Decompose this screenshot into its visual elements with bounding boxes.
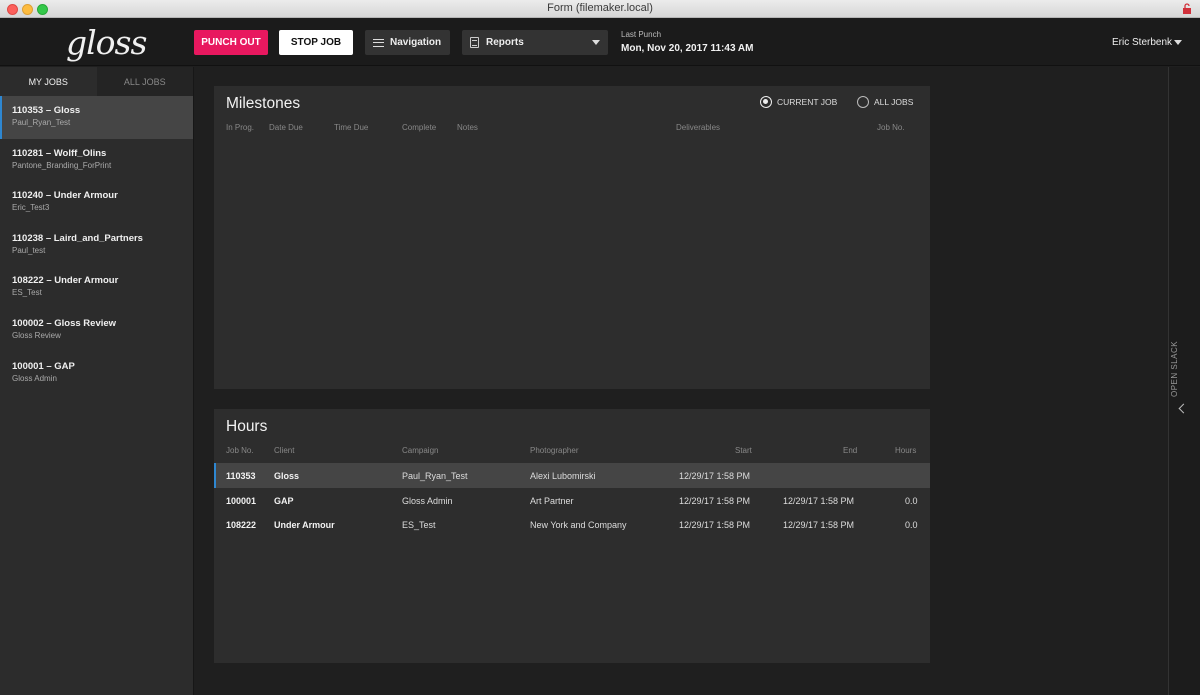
column-header-client[interactable]: Client bbox=[274, 446, 294, 455]
job-subtitle: Gloss Admin bbox=[12, 373, 57, 383]
top-toolbar: gloss PUNCH OUT STOP JOB Navigation Repo… bbox=[0, 18, 1200, 66]
job-title: 100002 – Gloss Review bbox=[12, 317, 117, 329]
job-list-item[interactable]: 108222 – Under Armour ES_Test bbox=[0, 266, 193, 309]
column-header-job-no[interactable]: Job No. bbox=[877, 123, 905, 132]
cell-photographer: New York and Company bbox=[530, 520, 627, 530]
cell-photographer: Alexi Lubomirski bbox=[530, 471, 596, 481]
window-titlebar: Form (filemaker.local) bbox=[0, 0, 1200, 18]
job-title: 110353 – Gloss bbox=[12, 105, 81, 116]
cell-job-no: 108222 bbox=[226, 520, 257, 530]
window-title: Form (filemaker.local) bbox=[547, 2, 653, 14]
job-subtitle: Gloss Review bbox=[12, 330, 61, 340]
column-header-end[interactable]: End bbox=[843, 446, 857, 455]
cell-client: GAP bbox=[274, 495, 294, 506]
radio-checked-icon bbox=[760, 96, 772, 108]
table-row[interactable]: 100001 GAP Gloss Admin Art Partner 12/29… bbox=[214, 488, 930, 513]
column-header-hours[interactable]: Hours bbox=[895, 446, 916, 455]
chevron-down-icon bbox=[592, 40, 600, 45]
job-list-item[interactable]: 110281 – Wolff_Olins Pantone_Branding_Fo… bbox=[0, 139, 193, 182]
punch-out-button[interactable]: PUNCH OUT bbox=[194, 30, 268, 55]
job-subtitle: Eric_Test3 bbox=[12, 203, 50, 213]
chevron-left-icon bbox=[1178, 403, 1189, 414]
hours-title: Hours bbox=[226, 418, 268, 435]
current-job-radio[interactable]: CURRENT JOB bbox=[760, 96, 837, 108]
cell-client: Under Armour bbox=[274, 520, 335, 530]
reports-dropdown[interactable]: Reports bbox=[462, 30, 608, 55]
cell-start: 12/29/17 1:58 PM bbox=[679, 471, 751, 481]
job-list-item[interactable]: 110238 – Laird_and_Partners Paul_test bbox=[0, 224, 193, 267]
job-list-item[interactable]: 110240 – Under Armour Eric_Test3 bbox=[0, 181, 193, 224]
column-header-photographer[interactable]: Photographer bbox=[530, 446, 578, 455]
radio-unchecked-icon bbox=[857, 96, 869, 108]
navigation-button[interactable]: Navigation bbox=[365, 30, 450, 55]
user-chevron-down-icon[interactable] bbox=[1174, 40, 1182, 45]
cell-end: 12/29/17 1:58 PM bbox=[783, 495, 855, 506]
last-punch-value: Mon, Nov 20, 2017 11:43 AM bbox=[621, 43, 754, 54]
cell-campaign: ES_Test bbox=[402, 520, 436, 530]
column-header-complete[interactable]: Complete bbox=[402, 123, 436, 132]
table-row[interactable]: 110353 Gloss Paul_Ryan_Test Alexi Lubomi… bbox=[214, 463, 930, 488]
open-slack-panel[interactable]: OPEN SLACK bbox=[1168, 67, 1200, 695]
cell-campaign: Gloss Admin bbox=[402, 495, 453, 506]
hours-panel: Hours Job No. Client Campaign Photograph… bbox=[214, 409, 930, 663]
cell-client: Gloss bbox=[274, 471, 300, 481]
tab-all-jobs[interactable]: ALL JOBS bbox=[96, 67, 193, 96]
user-menu[interactable]: Eric Sterbenk bbox=[1112, 37, 1172, 48]
cell-hours: 0.0 bbox=[905, 495, 918, 506]
menu-icon bbox=[373, 38, 384, 47]
stop-job-button[interactable]: STOP JOB bbox=[279, 30, 353, 55]
cell-start: 12/29/17 1:58 PM bbox=[679, 520, 751, 530]
navigation-label: Navigation bbox=[390, 37, 442, 48]
milestones-title: Milestones bbox=[226, 95, 301, 112]
column-header-time-due[interactable]: Time Due bbox=[334, 123, 368, 132]
job-subtitle: Paul_test bbox=[12, 245, 46, 255]
column-header-in-prog[interactable]: In Prog. bbox=[226, 123, 254, 132]
all-jobs-radio[interactable]: ALL JOBS bbox=[857, 96, 913, 108]
cell-campaign: Paul_Ryan_Test bbox=[402, 471, 468, 481]
job-title: 110238 – Laird_and_Partners bbox=[12, 232, 143, 244]
jobs-tabs: MY JOBS ALL JOBS bbox=[0, 67, 193, 96]
column-header-campaign[interactable]: Campaign bbox=[402, 446, 438, 455]
cell-end: 12/29/17 1:58 PM bbox=[783, 520, 855, 530]
column-header-start[interactable]: Start bbox=[735, 446, 752, 455]
last-punch-label: Last Punch bbox=[621, 30, 662, 39]
cell-start: 12/29/17 1:58 PM bbox=[679, 495, 751, 506]
cell-photographer: Art Partner bbox=[530, 495, 574, 506]
cell-hours: 0.0 bbox=[905, 520, 918, 530]
all-jobs-radio-label: ALL JOBS bbox=[874, 97, 914, 107]
milestones-panel: Milestones CURRENT JOB ALL JOBS In Prog.… bbox=[214, 86, 930, 389]
column-header-deliverables[interactable]: Deliverables bbox=[676, 123, 720, 132]
current-job-radio-label: CURRENT JOB bbox=[777, 97, 838, 107]
table-row[interactable]: 108222 Under Armour ES_Test New York and… bbox=[214, 512, 930, 537]
gloss-logo: gloss bbox=[66, 23, 147, 62]
job-subtitle: Pantone_Branding_ForPrint bbox=[12, 160, 112, 170]
tab-my-jobs[interactable]: MY JOBS bbox=[0, 67, 97, 96]
lock-icon bbox=[1183, 3, 1191, 14]
column-header-job-no[interactable]: Job No. bbox=[226, 446, 254, 455]
job-list-item[interactable]: 100002 – Gloss Review Gloss Review bbox=[0, 309, 193, 352]
job-title: 108222 – Under Armour bbox=[12, 275, 119, 287]
job-list-item[interactable]: 110353 – Gloss Paul_Ryan_Test bbox=[0, 96, 193, 139]
column-header-date-due[interactable]: Date Due bbox=[269, 123, 303, 132]
job-list-item[interactable]: 100001 – GAP Gloss Admin bbox=[0, 352, 193, 395]
column-header-notes[interactable]: Notes bbox=[457, 123, 478, 132]
cell-job-no: 100001 bbox=[226, 495, 257, 506]
job-subtitle: Paul_Ryan_Test bbox=[12, 118, 71, 127]
reports-label: Reports bbox=[486, 37, 524, 48]
jobs-sidebar: MY JOBS ALL JOBS 110353 – Gloss Paul_Rya… bbox=[0, 67, 194, 695]
job-title: 110240 – Under Armour bbox=[12, 190, 118, 202]
job-subtitle: ES_Test bbox=[12, 288, 42, 298]
job-title: 100001 – GAP bbox=[12, 360, 75, 372]
open-slack-label: OPEN SLACK bbox=[1170, 340, 1179, 397]
document-icon bbox=[470, 37, 479, 48]
job-title: 110281 – Wolff_Olins bbox=[12, 147, 107, 159]
cell-job-no: 110353 bbox=[226, 471, 256, 481]
